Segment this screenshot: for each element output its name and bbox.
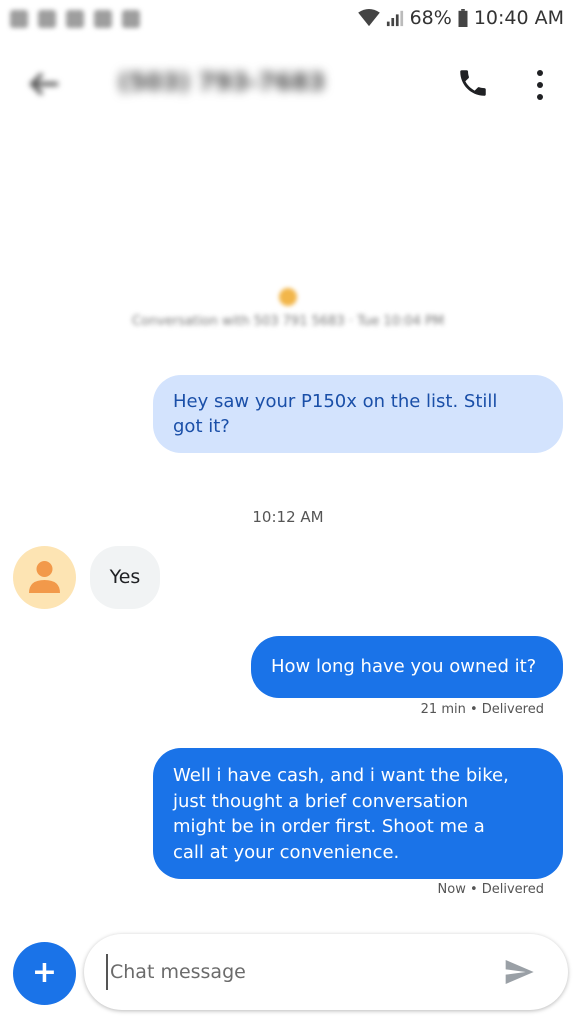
notification-icon [94, 10, 112, 28]
outgoing-message[interactable]: Hey saw your P150x on the list. Still go… [153, 375, 563, 453]
more-vert-icon[interactable] [530, 68, 550, 102]
battery-percent: 68% [409, 7, 452, 29]
conversation-info-icon [279, 288, 297, 306]
person-icon [29, 561, 60, 593]
incoming-message[interactable]: Yes [90, 546, 160, 609]
contact-name[interactable]: (503) 793-7683 [118, 68, 325, 96]
notification-icon [66, 10, 84, 28]
battery-icon [458, 9, 468, 27]
message-text: Yes [109, 566, 141, 588]
message-line: just thought a brief conversation [173, 790, 469, 812]
message-line: Well i have cash, and i want the bike, [173, 765, 509, 786]
back-arrow-icon[interactable] [28, 70, 60, 98]
send-icon[interactable] [502, 956, 536, 988]
add-attachment-button[interactable]: + [13, 942, 76, 1005]
notification-icons [10, 10, 140, 28]
wifi-icon [357, 9, 380, 27]
message-status: Now • Delivered [437, 882, 544, 897]
message-line: got it? [173, 416, 230, 437]
time-divider: 10:12 AM [252, 508, 324, 526]
chat-message-input[interactable] [106, 954, 486, 990]
message-line: might be in order first. Shoot me a [173, 816, 485, 837]
notification-icon [10, 10, 28, 28]
notification-icon [122, 10, 140, 28]
message-status: 21 min • Delivered [420, 702, 544, 717]
outgoing-message[interactable]: How long have you owned it? [251, 636, 563, 698]
outgoing-message[interactable]: Well i have cash, and i want the bike, j… [153, 748, 563, 879]
app-bar: (503) 793-7683 [0, 40, 576, 128]
phone-icon[interactable] [456, 66, 490, 100]
clock: 10:40 AM [473, 7, 564, 29]
status-right: 68% 10:40 AM [357, 7, 564, 29]
message-line: call at your convenience. [173, 841, 400, 863]
message-line: Hey saw your P150x on the list. Still [173, 391, 498, 412]
signal-icon [386, 10, 403, 27]
conversation-start-info: Conversation with 503 791 5683 · Tue 10:… [131, 314, 445, 329]
notification-icon [38, 10, 56, 28]
plus-icon: + [31, 955, 58, 990]
contact-avatar[interactable] [13, 546, 76, 609]
status-bar: 68% 10:40 AM [0, 0, 576, 40]
compose-box [84, 934, 568, 1010]
message-text: How long have you owned it? [271, 656, 537, 677]
